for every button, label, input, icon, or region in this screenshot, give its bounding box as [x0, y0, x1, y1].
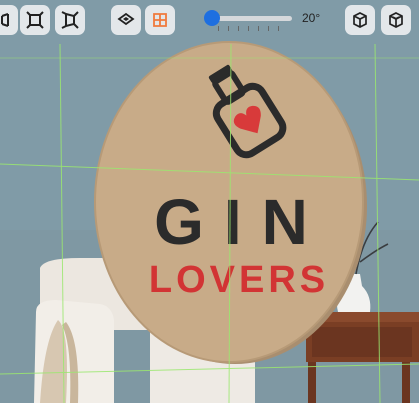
slider-tick	[238, 26, 239, 31]
cube-outline-icon	[351, 11, 369, 29]
perspective-frame-icon	[26, 11, 44, 29]
rotation-slider-track[interactable]	[208, 16, 292, 21]
flat-plane-icon	[117, 11, 135, 29]
slider-tick	[228, 26, 229, 31]
slider-tick	[248, 26, 249, 31]
perspective-squeeze-button[interactable]	[55, 5, 85, 35]
slider-tick	[258, 26, 259, 31]
canvas-scene[interactable]: GIN LOVERS	[0, 0, 419, 403]
perspective-left-button[interactable]	[0, 5, 18, 35]
slider-tick	[278, 26, 279, 31]
slider-tick	[218, 26, 219, 31]
sign-line-gin: GIN	[154, 186, 328, 258]
flat-plane-button[interactable]	[111, 5, 141, 35]
slider-tick	[268, 26, 269, 31]
sign-line-lovers: LOVERS	[149, 259, 329, 301]
toolbar: 20°	[0, 0, 419, 44]
cube-rotate-button[interactable]	[381, 5, 411, 35]
grid-surface-icon	[151, 11, 169, 29]
perspective-squeeze-icon	[61, 11, 79, 29]
cube-rotate-icon	[387, 11, 405, 29]
perspective-frame-button[interactable]	[20, 5, 50, 35]
perspective-left-icon	[0, 11, 12, 29]
grid-surface-button[interactable]	[145, 5, 175, 35]
rotation-slider-knob[interactable]	[204, 10, 220, 26]
rotation-angle-label: 20°	[302, 11, 321, 25]
cube-outline-button[interactable]	[345, 5, 375, 35]
rotation-slider[interactable]: 20°	[198, 5, 334, 35]
